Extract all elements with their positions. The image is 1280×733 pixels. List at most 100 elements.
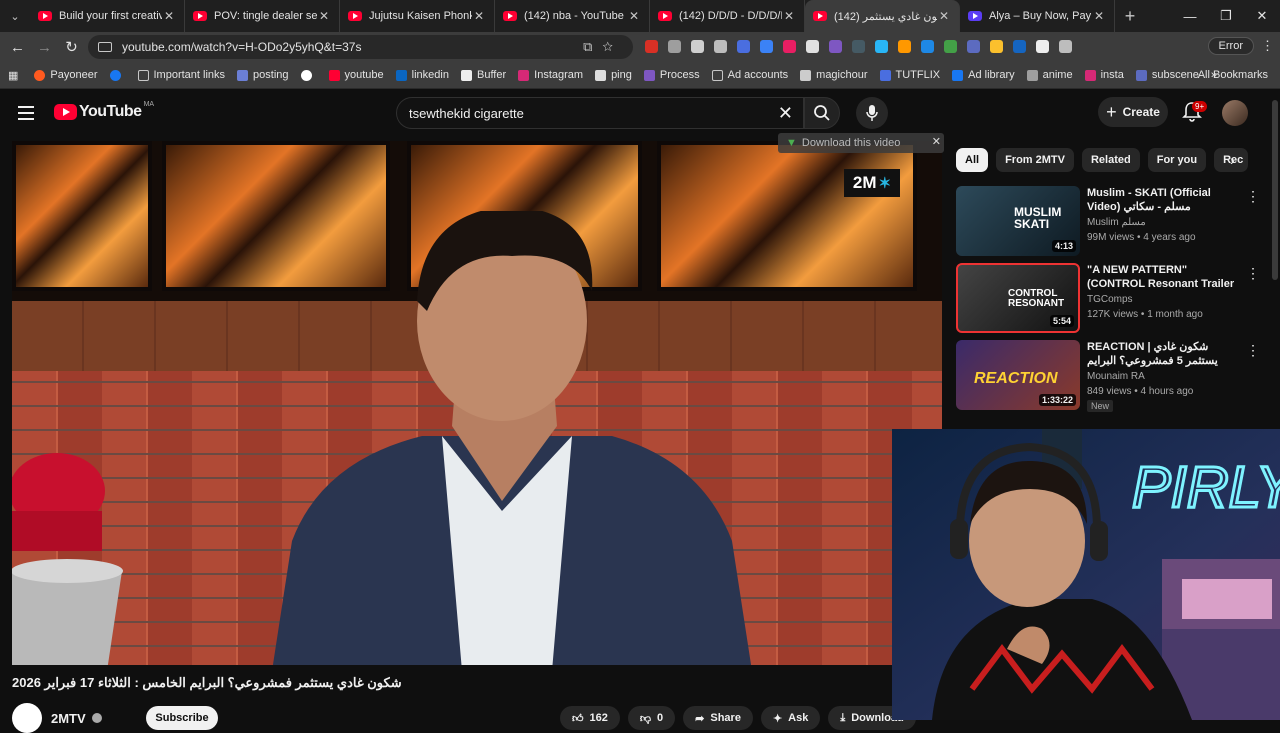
extension-icon[interactable] (737, 40, 750, 53)
close-overlay-icon[interactable]: ✕ (932, 135, 941, 148)
extension-icon[interactable] (668, 40, 681, 53)
related-channel-name[interactable]: Muslim مسلم (1087, 217, 1146, 228)
omnibox-actions[interactable]: ⧉☆ (583, 39, 623, 55)
close-tab-icon[interactable]: ✕ (162, 9, 176, 23)
address-bar[interactable]: youtube.com/watch?v=H-ODo2y5yhQ&t=37s ⧉☆ (88, 35, 633, 59)
back-icon[interactable]: ← (4, 39, 31, 56)
minimize-icon[interactable]: — (1172, 0, 1208, 32)
extension-icon[interactable] (944, 40, 957, 53)
extension-icon[interactable] (967, 40, 980, 53)
bookmark-item[interactable]: Ad library (952, 69, 1015, 81)
bookmark-item[interactable]: Process (643, 69, 700, 81)
bookmark-item[interactable]: linkedin (395, 69, 449, 81)
close-tab-icon[interactable]: ✕ (627, 9, 641, 23)
bookmark-item[interactable]: ping (595, 69, 632, 81)
search-button[interactable] (804, 97, 840, 129)
extension-icon[interactable] (645, 40, 658, 53)
more-actions-icon[interactable]: ⋮ (1246, 188, 1260, 205)
bookmark-item[interactable]: youtube (328, 69, 384, 81)
page-scrollbar[interactable] (1272, 100, 1278, 280)
tab-search-chevron-icon[interactable]: ⌄ (0, 0, 30, 32)
browser-tab[interactable]: Jujutsu Kaisen Phonk HD✕ (340, 0, 495, 32)
extension-icon[interactable] (852, 40, 865, 53)
extension-icon[interactable] (829, 40, 842, 53)
related-channel-name[interactable]: Mounaim RA (1087, 371, 1145, 382)
bookmark-item[interactable]: anime (1026, 69, 1073, 81)
browser-tab[interactable]: Build your first creative A✕ (30, 0, 185, 32)
extension-icon[interactable] (714, 40, 727, 53)
more-actions-icon[interactable]: ⋮ (1246, 342, 1260, 359)
channel-avatar[interactable] (12, 703, 42, 733)
bookmark-item[interactable]: posting (237, 69, 289, 81)
more-actions-icon[interactable]: ⋮ (1246, 265, 1260, 282)
related-channel-name[interactable]: TGComps (1087, 294, 1133, 305)
chip-for-you[interactable]: For you (1147, 148, 1207, 172)
close-tab-icon[interactable]: ✕ (1092, 9, 1106, 23)
browser-tab[interactable]: POV: tingle dealer sells yo✕ (185, 0, 340, 32)
close-tab-icon[interactable]: ✕ (472, 9, 486, 23)
voice-search-button[interactable] (856, 97, 888, 129)
bookmark-item[interactable]: TUTFLIX (879, 69, 940, 81)
close-tab-icon[interactable]: ✕ (937, 9, 951, 23)
search-input[interactable]: tsewthekid cigarette ✕ (396, 97, 804, 129)
close-tab-icon[interactable]: ✕ (317, 9, 331, 23)
puzzle-icon[interactable] (1059, 40, 1072, 53)
related-video-item[interactable]: REACTION 1:33:22 REACTION | شكون غادي يس… (956, 340, 1260, 412)
video-thumbnail[interactable]: MUSLIM SKATI 4:13 (956, 186, 1080, 256)
youtube-logo[interactable]: YouTube MA (54, 101, 154, 121)
bookmark-item[interactable] (109, 69, 126, 81)
related-video-title[interactable]: Muslim - SKATI (Official Video) مسلم - س… (1087, 186, 1237, 214)
ask-button[interactable]: ✦ Ask (760, 706, 821, 730)
close-window-icon[interactable]: ✕ (1244, 0, 1280, 32)
extension-icon[interactable] (806, 40, 819, 53)
bookmark-item[interactable] (300, 69, 317, 81)
extension-icon[interactable] (990, 40, 1003, 53)
extension-icon[interactable] (1036, 40, 1049, 53)
browser-tab[interactable]: (142) D/D/D - D/D/D/D D✕ (650, 0, 805, 32)
browser-tab-active[interactable]: (142) شكون غادي يستثمر✕ (805, 0, 960, 32)
browser-tab[interactable]: Alya – Buy Now, Pay Late✕ (960, 0, 1115, 32)
bookmark-item[interactable]: insta (1084, 69, 1124, 81)
apps-icon[interactable]: ▦ (8, 69, 18, 82)
chip-related[interactable]: Related (1081, 148, 1140, 172)
related-video-item[interactable]: CONTROL RESONANT 5:54 "A NEW PATTERN" (C… (956, 263, 1260, 335)
channel-name[interactable]: 2MTV (51, 711, 86, 726)
extension-icon[interactable] (875, 40, 888, 53)
chip-from-channel[interactable]: From 2MTV (996, 148, 1074, 172)
extension-icon[interactable] (898, 40, 911, 53)
extension-icon[interactable] (1013, 40, 1026, 53)
related-video-title[interactable]: REACTION | شكون غادي يستثمر 5 فمشروعي؟ ا… (1087, 340, 1237, 368)
bookmark-item[interactable]: magichour (800, 69, 868, 81)
related-video-item[interactable]: MUSLIM SKATI 4:13 Muslim - SKATI (Offici… (956, 186, 1260, 258)
account-avatar[interactable] (1222, 100, 1248, 126)
extension-icon[interactable] (921, 40, 934, 53)
subscribe-button[interactable]: Subscribe (146, 706, 218, 730)
chip-all[interactable]: All (956, 148, 989, 172)
like-button[interactable]: 👍︎ 162 (560, 706, 620, 730)
browser-menu-icon[interactable]: ⋮ (1261, 38, 1274, 54)
all-bookmarks-button[interactable]: All Bookmarks (1181, 69, 1268, 81)
forward-icon[interactable]: → (31, 39, 58, 56)
browser-tab[interactable]: (142) nba - YouTube ✕ (495, 0, 650, 32)
bookmark-item[interactable]: Payoneer (34, 69, 98, 81)
extension-icon[interactable] (691, 40, 704, 53)
site-info-icon[interactable] (98, 42, 112, 52)
clear-search-icon[interactable]: ✕ (778, 103, 793, 124)
share-button[interactable]: ➦ Share (683, 706, 753, 730)
related-video-title[interactable]: "A NEW PATTERN" (CONTROL Resonant Traile… (1087, 263, 1237, 291)
dislike-button[interactable]: 👎︎ 0 (627, 706, 676, 730)
extension-icon[interactable] (760, 40, 773, 53)
guide-menu-icon[interactable] (18, 106, 34, 124)
bookmark-folder[interactable]: Important links (137, 69, 225, 81)
video-thumbnail[interactable]: REACTION 1:33:22 (956, 340, 1080, 410)
create-button[interactable]: + Create (1098, 97, 1168, 127)
bookmark-item[interactable]: Instagram (518, 69, 583, 81)
video-thumbnail[interactable]: CONTROL RESONANT 5:54 (956, 263, 1080, 333)
profile-error-button[interactable]: Error (1207, 37, 1254, 55)
close-tab-icon[interactable]: ✕ (782, 9, 796, 23)
restore-icon[interactable]: ❐ (1208, 0, 1244, 32)
bookmark-item[interactable]: Buffer (460, 69, 506, 81)
new-tab-button[interactable]: + (1115, 6, 1145, 27)
extension-icon[interactable] (783, 40, 796, 53)
bookmark-folder[interactable]: Ad accounts (711, 69, 788, 81)
